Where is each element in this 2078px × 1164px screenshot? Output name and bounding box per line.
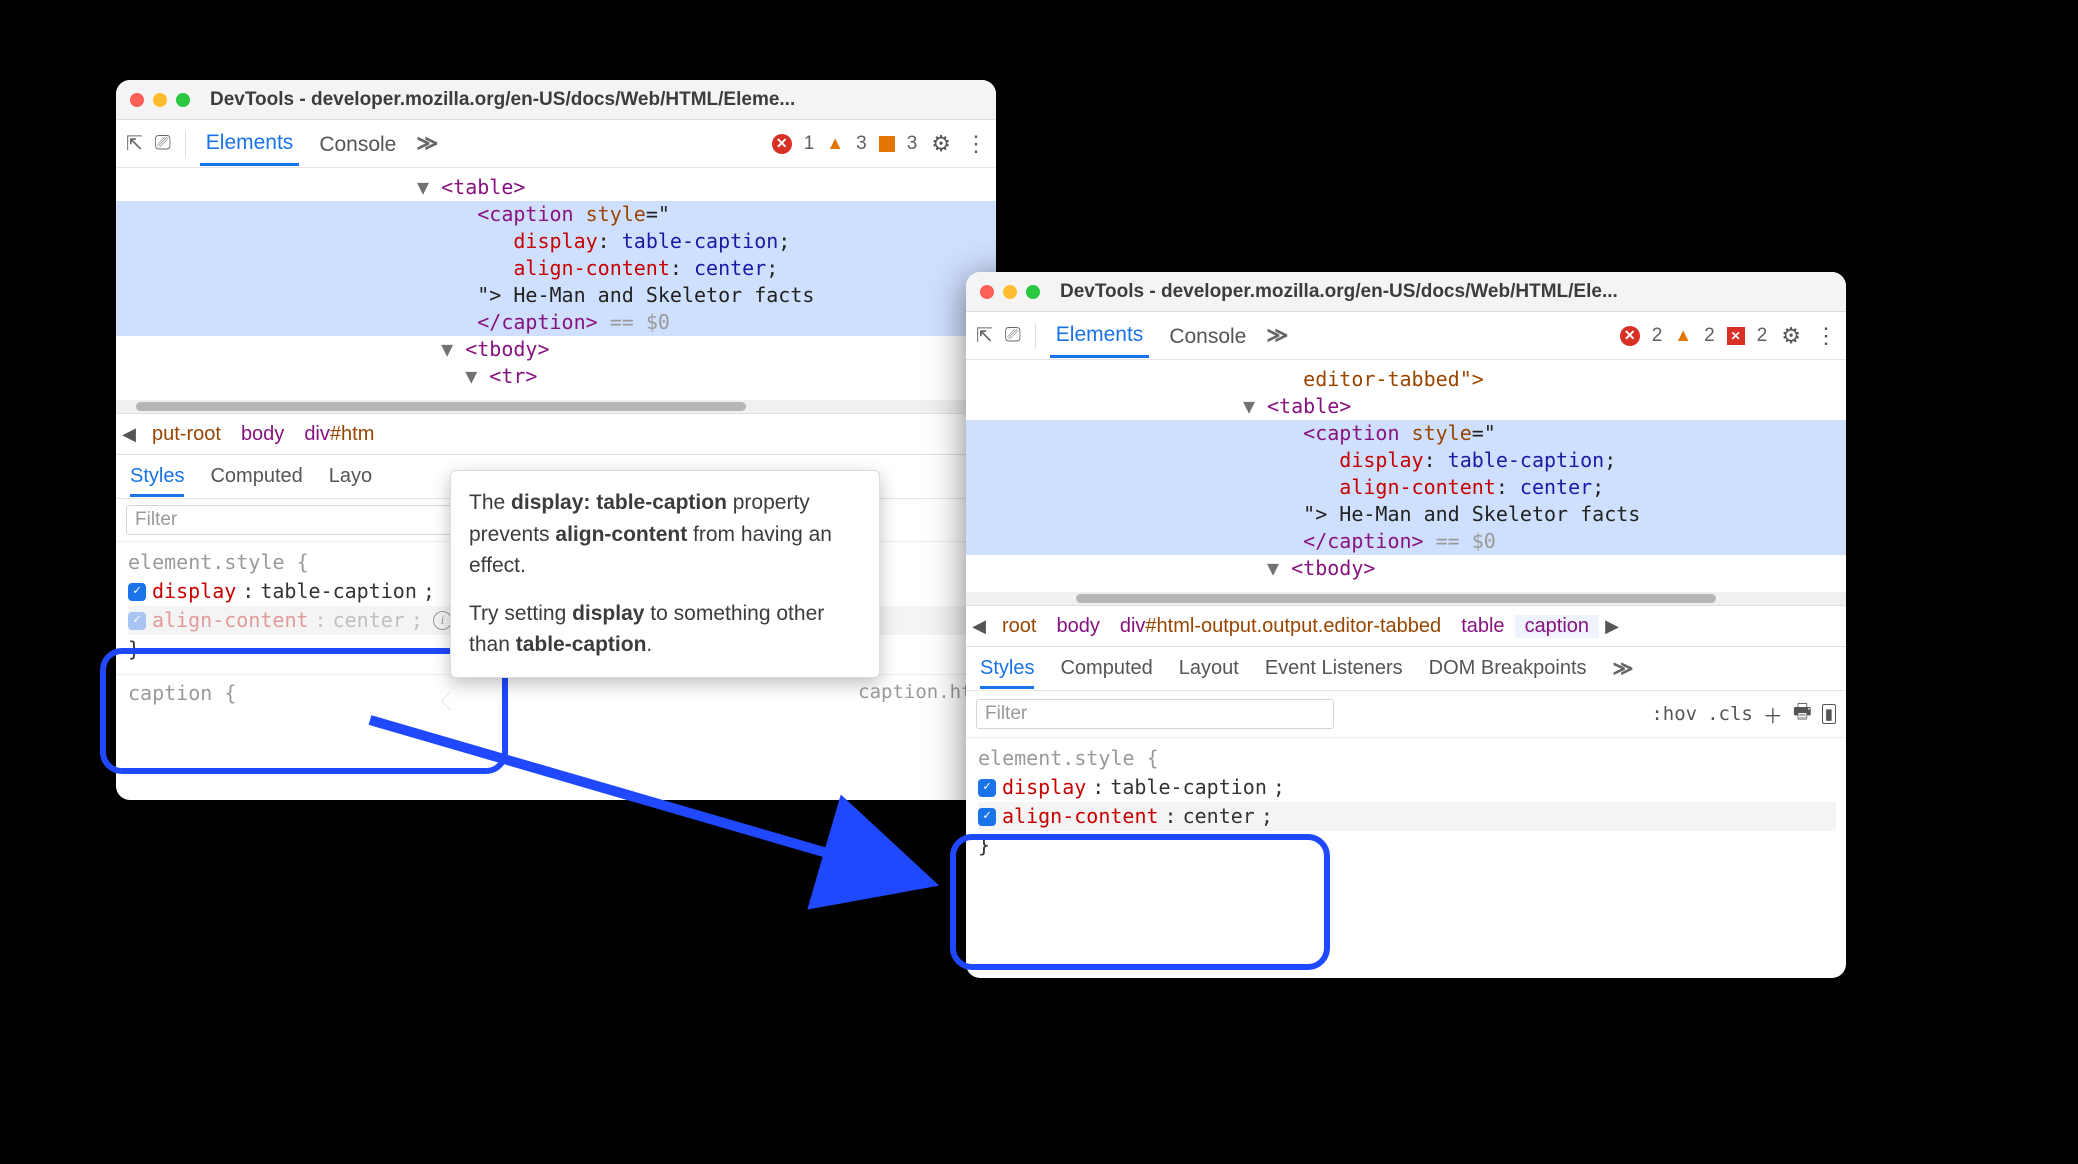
more-subtabs-icon[interactable]: ≫ xyxy=(1613,656,1634,681)
devtools-window-right: DevTools - developer.mozilla.org/en-US/d… xyxy=(966,272,1846,978)
close-icon[interactable] xyxy=(130,93,144,107)
hscrollbar[interactable] xyxy=(116,400,996,413)
plus-icon[interactable]: ＋ xyxy=(1763,700,1783,729)
subtab-dom-breakpoints[interactable]: DOM Breakpoints xyxy=(1429,657,1587,680)
window-title: DevTools - developer.mozilla.org/en-US/d… xyxy=(210,89,795,111)
filter-input[interactable]: Filter xyxy=(976,699,1334,729)
filter-input[interactable]: Filter xyxy=(126,505,506,535)
traffic-lights xyxy=(980,285,1040,299)
style-selector: element.style { xyxy=(978,744,1836,773)
crumb-table[interactable]: table xyxy=(1451,615,1514,638)
checkbox-icon[interactable]: ✓ xyxy=(978,808,996,826)
breadcrumb[interactable]: ◀ put-root body div#htm xyxy=(116,413,996,455)
crumb-body[interactable]: body xyxy=(1046,615,1109,638)
computed-panel-icon[interactable]: ▮ xyxy=(1822,704,1836,724)
kebab-menu-icon[interactable]: ⋮ xyxy=(1815,323,1836,349)
crumb-root[interactable]: root xyxy=(992,615,1046,638)
subtab-layout[interactable]: Layout xyxy=(1179,657,1239,680)
main-toolbar: ⇱ ⎚ Elements Console ≫ ✕2 ▲2 ✕2 ⚙ ⋮ xyxy=(966,312,1846,360)
next-rule-selector: caption { xyxy=(128,681,236,705)
main-toolbar: ⇱ ⎚ Elements Console ≫ ✕1 ▲3 3 ⚙ ⋮ xyxy=(116,120,996,168)
zoom-icon[interactable] xyxy=(1026,285,1040,299)
subtab-styles[interactable]: Styles xyxy=(980,657,1034,689)
crumb-prev-icon[interactable]: ◀ xyxy=(116,424,142,445)
element-style-block[interactable]: element.style { ✓ display: table-caption… xyxy=(966,738,1846,870)
style-decl-display: ✓ display: table-caption; xyxy=(978,773,1836,802)
warning-icon: ▲ xyxy=(1674,325,1692,346)
close-icon[interactable] xyxy=(980,285,994,299)
warning-icon: ▲ xyxy=(826,133,844,154)
crumb-body[interactable]: body xyxy=(231,423,294,446)
hov-toggle[interactable]: :hov xyxy=(1651,703,1697,725)
zoom-icon[interactable] xyxy=(176,93,190,107)
tab-console[interactable]: Console xyxy=(313,123,402,165)
hscrollbar[interactable] xyxy=(966,592,1846,605)
css-hint-tooltip: The display: table-caption property prev… xyxy=(450,470,880,678)
info-icon: ✕ xyxy=(1727,327,1745,345)
cls-toggle[interactable]: .cls xyxy=(1707,703,1753,725)
crumb-prev-icon[interactable]: ◀ xyxy=(966,616,992,637)
subtab-layout[interactable]: Layo xyxy=(329,465,372,488)
titlebar[interactable]: DevTools - developer.mozilla.org/en-US/d… xyxy=(116,80,996,120)
window-title: DevTools - developer.mozilla.org/en-US/d… xyxy=(1060,281,1618,303)
print-media-icon[interactable]: 🖶 xyxy=(1793,697,1812,731)
subtab-computed[interactable]: Computed xyxy=(1060,657,1152,680)
tab-elements[interactable]: Elements xyxy=(1050,313,1150,358)
inspect-element-icon[interactable]: ⇱ xyxy=(126,131,141,156)
inspect-element-icon[interactable]: ⇱ xyxy=(976,323,991,348)
tab-elements[interactable]: Elements xyxy=(200,121,300,166)
style-decl-align-content: ✓ align-content: center; xyxy=(978,802,1836,831)
minimize-icon[interactable] xyxy=(153,93,167,107)
devtools-window-left: DevTools - developer.mozilla.org/en-US/d… xyxy=(116,80,996,800)
styles-filter-row: Filter :hov .cls ＋ 🖶 ▮ xyxy=(966,691,1846,738)
error-icon: ✕ xyxy=(772,134,792,154)
traffic-lights xyxy=(130,93,190,107)
device-toggle-icon[interactable]: ⎚ xyxy=(155,132,171,155)
error-icon: ✕ xyxy=(1620,326,1640,346)
style-close: } xyxy=(978,831,1836,860)
kebab-menu-icon[interactable]: ⋮ xyxy=(965,131,986,157)
crumb-div[interactable]: div#html-output.output.editor-tabbed xyxy=(1110,615,1451,638)
crumb-next-icon[interactable]: ▶ xyxy=(1599,616,1625,637)
minimize-icon[interactable] xyxy=(1003,285,1017,299)
gear-icon[interactable]: ⚙ xyxy=(1781,323,1801,349)
gear-icon[interactable]: ⚙ xyxy=(931,131,951,157)
checkbox-icon[interactable]: ✓ xyxy=(128,583,146,601)
subtab-event-listeners[interactable]: Event Listeners xyxy=(1265,657,1403,680)
tab-console[interactable]: Console xyxy=(1163,315,1252,357)
device-toggle-icon[interactable]: ⎚ xyxy=(1005,324,1021,347)
more-tabs-icon[interactable]: ≫ xyxy=(416,131,438,156)
checkbox-icon[interactable]: ✓ xyxy=(978,779,996,797)
issue-counts[interactable]: ✕1 ▲3 3 xyxy=(772,133,918,155)
more-tabs-icon[interactable]: ≫ xyxy=(1266,323,1288,348)
crumb-div[interactable]: div#htm xyxy=(294,423,384,446)
titlebar[interactable]: DevTools - developer.mozilla.org/en-US/d… xyxy=(966,272,1846,312)
dom-tree[interactable]: editor-tabbed"> ▼ <table> <caption style… xyxy=(966,360,1846,592)
subtab-computed[interactable]: Computed xyxy=(210,465,302,488)
breadcrumb[interactable]: ◀ root body div#html-output.output.edito… xyxy=(966,605,1846,647)
styles-subtabs: Styles Computed Layout Event Listeners D… xyxy=(966,647,1846,691)
flag-icon xyxy=(879,136,895,152)
crumb-root[interactable]: put-root xyxy=(142,423,231,446)
checkbox-icon[interactable]: ✓ xyxy=(128,612,146,630)
crumb-caption[interactable]: caption xyxy=(1515,615,1600,638)
issue-counts[interactable]: ✕2 ▲2 ✕2 xyxy=(1620,325,1768,347)
dom-tree[interactable]: ▼ <table> <caption style=" display: tabl… xyxy=(116,168,996,400)
subtab-styles[interactable]: Styles xyxy=(130,465,184,497)
